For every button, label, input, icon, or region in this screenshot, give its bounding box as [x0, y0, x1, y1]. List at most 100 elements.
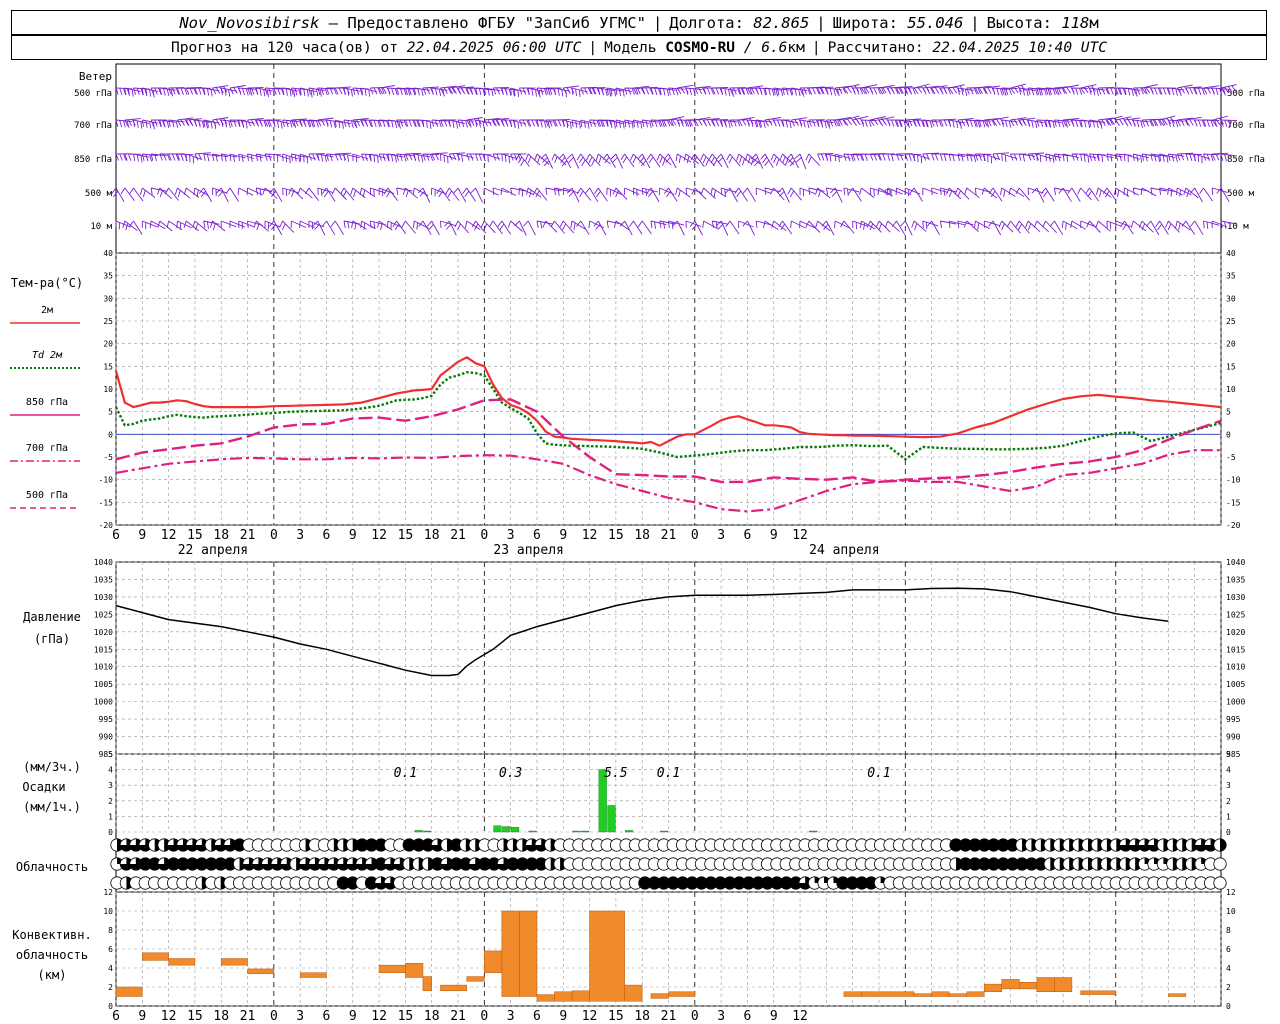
ytick-left: 995 [99, 715, 114, 724]
wind-barb [111, 187, 125, 203]
ytick-right: 40 [1226, 249, 1236, 258]
ytick-left: 3 [108, 781, 113, 790]
convective-bar [861, 991, 915, 997]
ytick-left: 5 [108, 750, 113, 759]
wind-barb [360, 220, 376, 230]
wind-barb [396, 153, 413, 162]
ytick-left: 12 [103, 888, 113, 897]
hour-label: 6 [744, 528, 752, 543]
convective-bar [484, 950, 503, 974]
wind-barb [964, 187, 980, 199]
hour-label: 3 [507, 528, 515, 543]
wind-level-label: 500 м [85, 189, 113, 199]
wind-barb [470, 187, 483, 203]
ytick-right: 30 [1226, 294, 1236, 303]
ytick-right: -20 [1226, 521, 1241, 530]
cloud-panel: Облачность [16, 838, 1227, 890]
wind-barbs [111, 83, 1238, 236]
ytick-left: 0 [108, 828, 113, 837]
wind-barb [500, 187, 517, 196]
legend-label: 500 гПа [26, 490, 68, 501]
ytick-right: 0 [1226, 430, 1231, 439]
wind-barb [911, 220, 927, 232]
wind-barb [426, 220, 440, 236]
wind-barb [1042, 220, 1057, 234]
wind-barb [1185, 153, 1202, 162]
convective-bar [1054, 977, 1073, 992]
convective-bar [983, 983, 1003, 993]
hour-label: 6 [533, 528, 541, 543]
hour-label-bottom: 12 [161, 1009, 177, 1024]
wind-barb [794, 153, 807, 170]
wind-barb [1123, 187, 1140, 197]
ytick-left: 1035 [94, 575, 113, 584]
ytick-right: 2 [1226, 983, 1231, 992]
ytick-left: 1020 [94, 628, 113, 637]
convective-bar [589, 910, 625, 1002]
date-label: 22 апреля [178, 543, 248, 558]
hour-label: 18 [634, 528, 650, 543]
hour-label-bottom: 9 [559, 1009, 567, 1024]
wind-barb [1086, 220, 1101, 233]
convective-bar [1019, 982, 1038, 990]
precip-total-label: 0.3 [499, 766, 522, 781]
hour-label: 12 [582, 528, 598, 543]
legend-label: 700 гПа [26, 443, 68, 454]
wind-barb [448, 152, 466, 161]
wind-barb [566, 153, 580, 169]
ytick-right: 1 [1226, 812, 1231, 821]
precip-bar [624, 830, 634, 833]
wind-barb [525, 153, 541, 166]
legend-label: Td 2м [32, 350, 63, 361]
wind-barb [431, 187, 447, 197]
hour-label: 0 [480, 528, 488, 543]
wind-panel: Ветер 500 гПа 500 гПа 700 гПа 700 гПа 850 гП… [74, 70, 1265, 236]
ytick-left: 25 [103, 317, 113, 326]
convective-bar [466, 976, 485, 982]
wind-barb [1159, 115, 1176, 126]
hour-label: 18 [424, 528, 440, 543]
hour-label: 3 [717, 528, 725, 543]
ytick-right: 1015 [1226, 645, 1245, 654]
wind-barb [946, 187, 962, 200]
ytick-left: -15 [99, 498, 114, 507]
ytick-right: 990 [1226, 733, 1241, 742]
wind-barb [629, 220, 643, 235]
wind-barb [691, 187, 707, 200]
ytick-left: 30 [103, 294, 113, 303]
hour-label-bottom: 12 [582, 1009, 598, 1024]
wind-level-label: 700 гПа [74, 121, 112, 131]
ytick-right: 995 [1226, 715, 1241, 724]
convective-panel: Конвективн. облачность (км) 0 0 2 2 4 4 6 6 8 8 10… [12, 888, 1236, 1011]
wind-barb [646, 187, 660, 203]
ytick-left: 1000 [94, 698, 113, 707]
ytick-left: 1040 [94, 558, 113, 567]
wind-barb [821, 220, 835, 236]
ytick-right: 1025 [1226, 610, 1245, 619]
date-label: 23 апреля [493, 543, 563, 558]
convective-bar [1080, 990, 1117, 995]
wind-barb [859, 220, 876, 230]
convective-bar [422, 976, 432, 992]
convective-bar [220, 958, 248, 966]
wind-barb [497, 220, 512, 235]
convective-bar [247, 968, 275, 974]
wind-barb [176, 153, 194, 162]
wind-barb [290, 220, 307, 229]
wind-barb [192, 220, 208, 232]
wind-barb [540, 153, 554, 169]
hour-label-bottom: 3 [717, 1009, 725, 1024]
convective-bar [913, 993, 932, 997]
ytick-left: 1030 [94, 593, 113, 602]
wind-barb [777, 187, 790, 203]
convective-bar [501, 910, 520, 997]
precip-bar [572, 830, 581, 833]
hour-label-bottom: 0 [691, 1009, 699, 1024]
ytick-left: 1025 [94, 610, 113, 619]
hour-label-bottom: 21 [450, 1009, 466, 1024]
ytick-right: 1000 [1226, 698, 1245, 707]
ytick-left: -5 [103, 453, 113, 462]
hour-label: 0 [270, 528, 278, 543]
precip-bar [581, 830, 590, 833]
ytick-right: 1035 [1226, 575, 1245, 584]
